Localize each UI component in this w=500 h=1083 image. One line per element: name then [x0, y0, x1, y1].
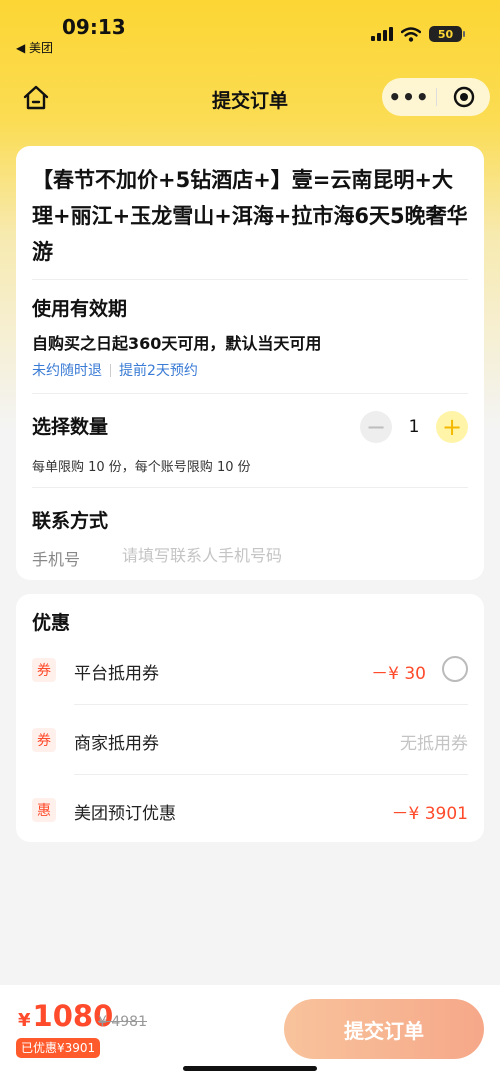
coupon-badge-icon: 券 — [32, 728, 56, 752]
saved-badge[interactable]: 已优惠¥3901 — [16, 1038, 101, 1058]
coupon-badge-icon: 券 — [32, 658, 56, 682]
discount-title: 优惠 — [32, 612, 71, 634]
coupon-status: 无抵用券 — [400, 734, 468, 754]
contact-title: 联系方式 — [32, 510, 109, 532]
validity-text: 自购买之日起360天可用，默认当天可用 — [32, 334, 322, 353]
currency-symbol: ¥ — [18, 1010, 31, 1031]
tag-advance-booking[interactable]: 提前2天预约 — [119, 360, 198, 380]
booking-discount-row: 惠 美团预订优惠 －¥ 3901 — [16, 775, 484, 845]
discount-amount: －¥ 3901 — [391, 804, 468, 824]
quantity-plus-button[interactable]: + — [436, 411, 468, 443]
status-time: 09:13 — [62, 15, 126, 39]
validity-title: 使用有效期 — [32, 298, 128, 320]
merchant-coupon-row[interactable]: 券 商家抵用券 无抵用券 — [16, 705, 484, 775]
tag-refund[interactable]: 未约随时退 — [32, 360, 102, 380]
quantity-title: 选择数量 — [32, 416, 109, 438]
purchase-limit-text: 每单限购 10 份，每个账号限购 10 份 — [32, 460, 251, 475]
phone-input[interactable] — [122, 542, 452, 568]
coupon-amount: －¥ 30 — [371, 664, 426, 684]
target-circle-icon[interactable] — [437, 86, 490, 108]
discount-label: 美团预订优惠 — [74, 804, 176, 824]
tag-separator — [110, 363, 111, 377]
phone-label: 手机号 — [32, 550, 81, 569]
back-to-app-link[interactable]: ◀ 美团 — [16, 39, 53, 56]
coupon-radio[interactable] — [442, 656, 468, 682]
miniprogram-capsule: ••• — [382, 78, 490, 116]
quantity-stepper: − 1 + — [360, 411, 468, 443]
status-bar: 09:13 ◀ 美团 50 — [0, 0, 500, 62]
quantity-minus-button[interactable]: − — [360, 411, 392, 443]
discount-badge-icon: 惠 — [32, 798, 56, 822]
nav-bar: 提交订单 ••• — [0, 72, 500, 122]
original-price: ¥ 4981 — [98, 1014, 147, 1030]
divider — [32, 279, 468, 280]
validity-tags: 未约随时退 提前2天预约 — [32, 360, 198, 380]
order-info-card: 【春节不加价+5钻酒店+】壹=云南昆明+大理+丽江+玉龙雪山+洱海+拉市海6天5… — [16, 146, 484, 580]
wifi-icon — [401, 26, 421, 42]
platform-coupon-row[interactable]: 券 平台抵用券 －¥ 30 — [16, 635, 484, 705]
coupon-label: 平台抵用券 — [74, 664, 159, 684]
battery-icon: 50 — [429, 26, 465, 42]
status-icons: 50 — [371, 26, 465, 42]
quantity-value: 1 — [408, 417, 420, 437]
more-dots-icon[interactable]: ••• — [382, 87, 436, 107]
product-title: 【春节不加价+5钻酒店+】壹=云南昆明+大理+丽江+玉龙雪山+洱海+拉市海6天5… — [32, 168, 468, 264]
home-indicator — [183, 1066, 317, 1071]
signal-icon — [371, 27, 393, 41]
submit-order-button[interactable]: 提交订单 — [284, 999, 484, 1059]
discount-card: 优惠 券 平台抵用券 －¥ 30 券 商家抵用券 无抵用券 惠 美团预订优惠 －… — [16, 594, 484, 842]
divider — [32, 487, 468, 488]
coupon-label: 商家抵用券 — [74, 734, 159, 754]
divider — [32, 393, 468, 394]
